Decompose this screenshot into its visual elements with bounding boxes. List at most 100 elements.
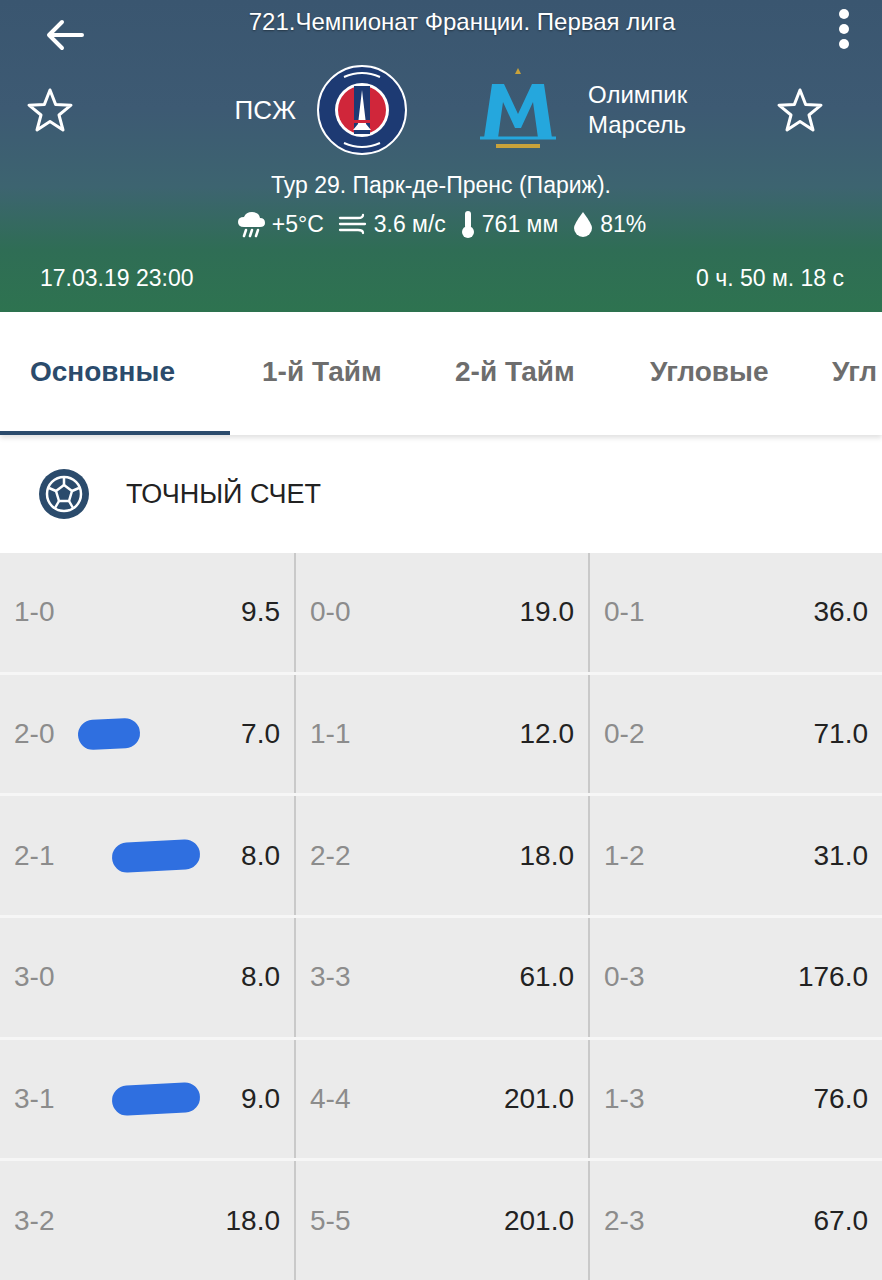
tab[interactable]: Угл [820,312,882,435]
score-cell[interactable]: 3-3 61.0 [294,918,588,1037]
match-header: 721.Чемпионат Франции. Первая лига ПСЖ Оли… [0,0,882,312]
odds-value: 8.0 [241,961,280,993]
market-header: ТОЧНЫЙ СЧЕТ [0,435,882,553]
score-grid: 1-0 9.5 0-0 19.0 0-1 36.0 2-0 7.0 1-1 12.0 0-2 71.0… [0,553,882,1280]
score-cell[interactable]: 0-1 36.0 [588,553,882,672]
score-label: 3-3 [310,961,350,993]
tab-label[interactable]: 2-й Тайм [455,356,575,388]
teams-row: ПСЖ Олимпик Марсель [0,58,882,162]
odds-value: 201.0 [504,1205,574,1237]
highlight-mark [111,838,200,873]
tab-label[interactable]: Угловые [650,356,769,388]
date-row: 17.03.19 23:00 0 ч. 50 м. 18 с [0,265,882,312]
weather-value: 81% [600,211,646,238]
score-cell[interactable]: 2-367.0 [588,1161,882,1280]
odds-value: 8.0 [241,840,280,872]
score-label: 2-2 [310,840,350,872]
odds-value: 18.0 [520,840,575,872]
precipitation-icon [236,210,266,238]
favorite-star-icon[interactable] [776,87,856,133]
score-cell[interactable]: 1-0 9.5 [0,553,294,672]
score-cell[interactable]: 1-2 31.0 [588,796,882,915]
om-logo-icon [470,64,566,156]
score-cell[interactable]: 3-0 8.0 [0,918,294,1037]
favorite-star-icon[interactable] [26,87,106,133]
odds-value: 36.0 [814,596,869,628]
odds-value: 31.0 [814,840,869,872]
odds-value: 176.0 [798,961,868,993]
home-team-name: ПСЖ [106,95,316,126]
score-cell[interactable]: 1-3 76.0 [588,1040,882,1159]
score-cell[interactable]: 4-4 201.0 [294,1040,588,1159]
score-label: 0-3 [604,961,644,993]
pressure-icon [460,209,476,239]
tab[interactable]: Угловые [625,312,820,435]
score-label: 3-2 [14,1205,54,1237]
score-label: 1-0 [14,596,54,628]
weather-value: 761 мм [482,211,558,238]
odds-value: 12.0 [520,718,575,750]
tab[interactable]: 1-й Тайм [230,312,430,435]
tab[interactable]: 2-й Тайм [430,312,625,435]
score-cell[interactable]: 2-2 18.0 [294,796,588,915]
more-menu-icon[interactable] [836,0,852,56]
score-label: 0-1 [604,596,644,628]
score-label: 0-2 [604,718,644,750]
score-label: 1-1 [310,718,350,750]
countdown-timer: 0 ч. 50 м. 18 с [696,265,844,292]
wind-icon [338,212,368,236]
highlight-mark [77,717,140,750]
weather-row: +5°C 3.6 м/с 761 мм 81% [0,202,882,240]
venue-text: Тур 29. Парк-де-Пренс (Париж). [0,162,882,202]
market-title: ТОЧНЫЙ СЧЕТ [126,479,321,510]
back-arrow-icon[interactable] [42,0,88,58]
score-cell[interactable]: 2-0 7.0 [0,675,294,794]
weather-value: 3.6 м/с [374,211,446,238]
highlight-mark [111,1082,200,1117]
tab-label[interactable]: 1-й Тайм [262,356,382,388]
score-label: 2-1 [14,840,54,872]
score-cell[interactable]: 3-2 18.0 [0,1161,294,1280]
odds-value: 61.0 [520,961,575,993]
score-label: 3-0 [14,961,54,993]
tab-label[interactable]: Угл [832,356,877,388]
odds-value: 71.0 [814,718,869,750]
score-label: 4-4 [310,1083,350,1115]
score-label: 1-2 [604,840,644,872]
weather-item: 3.6 м/с [338,211,446,238]
score-cell[interactable]: 3-1 9.0 [0,1040,294,1159]
score-cell[interactable]: 5-5 201.0 [294,1161,588,1280]
odds-value: 9.0 [241,1083,280,1115]
match-datetime: 17.03.19 23:00 [40,265,193,292]
score-label: 2-0 [14,718,54,750]
humidity-icon [572,210,594,238]
away-logo-wrap [408,64,566,156]
odds-value: 9.5 [241,596,280,628]
tab-label[interactable]: Основные [30,356,175,388]
weather-value: +5°C [272,211,324,238]
score-cell[interactable]: 0-2 71.0 [588,675,882,794]
top-bar: 721.Чемпионат Франции. Первая лига [0,0,882,58]
tab[interactable]: Основные [0,312,230,435]
odds-value: 76.0 [814,1083,869,1115]
away-team-name: Олимпик Марсель [566,80,728,140]
score-label: 5-5 [310,1205,350,1237]
score-cell[interactable]: 1-1 12.0 [294,675,588,794]
odds-value: 7.0 [241,718,280,750]
score-label: 0-0 [310,596,350,628]
score-label: 3-1 [14,1083,54,1115]
score-cell[interactable]: 0-0 19.0 [294,553,588,672]
soccer-ball-icon [38,468,90,520]
weather-item: 81% [572,210,646,238]
weather-item: 761 мм [460,209,558,239]
odds-value: 201.0 [504,1083,574,1115]
league-title: 721.Чемпионат Франции. Первая лига [88,0,836,36]
score-cell[interactable]: 0-3 176.0 [588,918,882,1037]
weather-item: +5°C [236,210,324,238]
odds-value: 67.0 [814,1205,869,1237]
odds-value: 19.0 [520,596,575,628]
score-label: 1-3 [604,1083,644,1115]
psg-logo-icon [316,64,408,156]
odds-value: 18.0 [226,1205,281,1237]
score-cell[interactable]: 2-1 8.0 [0,796,294,915]
